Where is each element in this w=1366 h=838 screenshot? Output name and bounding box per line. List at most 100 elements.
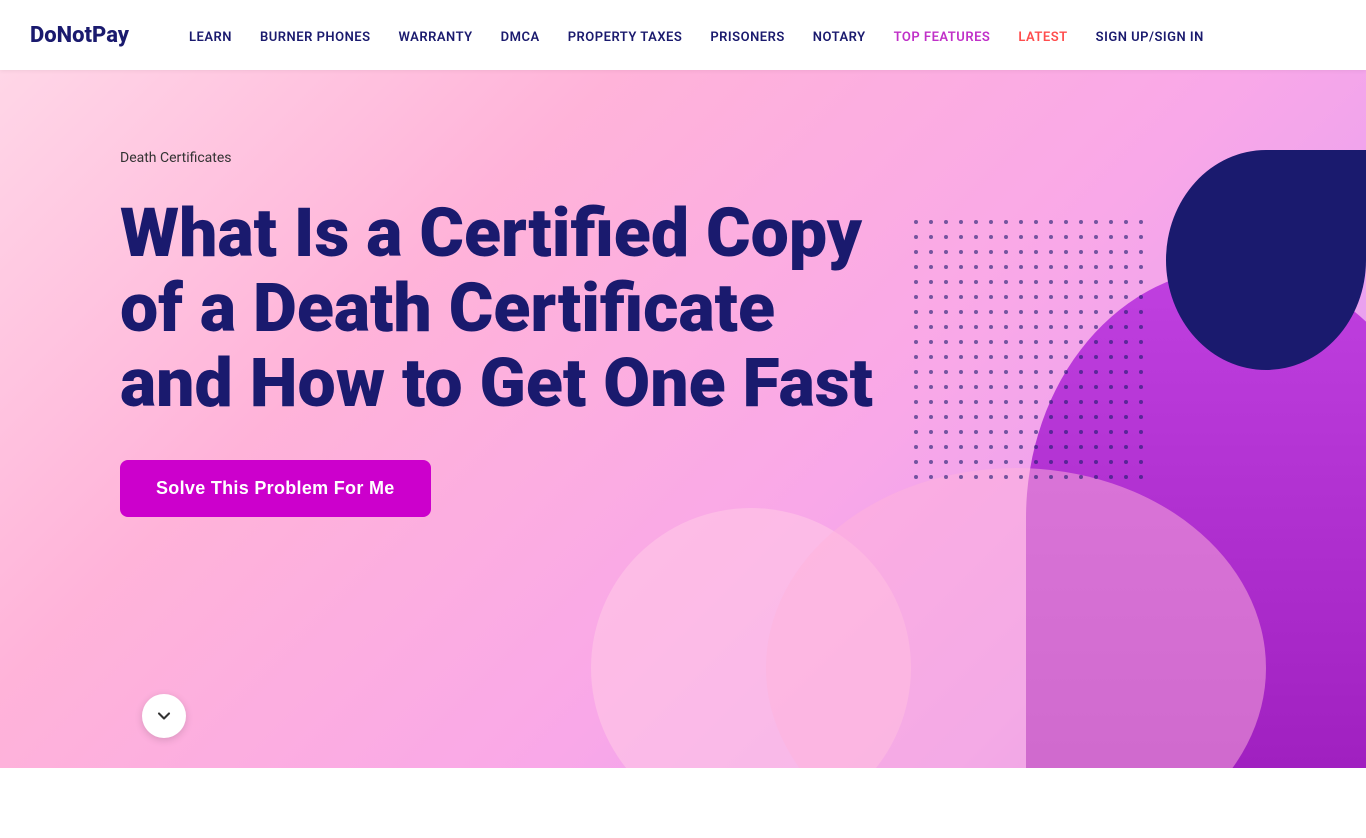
dot	[1139, 355, 1143, 359]
dot	[974, 325, 978, 329]
dot	[1124, 430, 1128, 434]
dot	[1094, 280, 1098, 284]
hero-title-line2: of a Death Certificate	[120, 268, 775, 348]
hero-title-line3: and How to Get One Fast	[120, 343, 873, 423]
dot	[1019, 370, 1023, 374]
dot	[1094, 445, 1098, 449]
dot	[1139, 220, 1143, 224]
dot	[1094, 235, 1098, 239]
dot	[1004, 400, 1008, 404]
dot	[1109, 340, 1113, 344]
dot	[944, 460, 948, 464]
dot	[929, 415, 933, 419]
dot	[914, 445, 918, 449]
dot	[1139, 310, 1143, 314]
dot	[914, 355, 918, 359]
nav-learn[interactable]: LEARN	[189, 30, 232, 45]
dot	[1124, 220, 1128, 224]
nav-dmca[interactable]: DMCA	[501, 30, 540, 45]
dot	[1094, 355, 1098, 359]
dot	[1049, 265, 1053, 269]
nav-top-features[interactable]: TOP FEATURES	[894, 30, 991, 45]
dot	[989, 295, 993, 299]
dot	[1079, 250, 1083, 254]
dot	[929, 280, 933, 284]
dot	[959, 295, 963, 299]
dot	[914, 460, 918, 464]
dot	[959, 385, 963, 389]
dot	[1079, 355, 1083, 359]
dot	[1034, 355, 1038, 359]
dot	[959, 265, 963, 269]
dot	[989, 415, 993, 419]
dot	[974, 235, 978, 239]
dot	[944, 280, 948, 284]
dot	[1049, 475, 1053, 479]
dot	[1004, 430, 1008, 434]
dot	[914, 385, 918, 389]
dot	[1064, 475, 1068, 479]
site-logo[interactable]: DoNotPay	[30, 23, 129, 48]
dot	[989, 475, 993, 479]
dot	[1124, 280, 1128, 284]
dot	[1139, 325, 1143, 329]
dot	[974, 310, 978, 314]
nav-prisoners[interactable]: PRISONERS	[710, 30, 784, 45]
dot	[974, 355, 978, 359]
dot	[989, 235, 993, 239]
dot	[1079, 280, 1083, 284]
scroll-down-button[interactable]	[142, 694, 186, 738]
dot	[1109, 310, 1113, 314]
dot	[1139, 475, 1143, 479]
dot	[1049, 415, 1053, 419]
dot	[929, 460, 933, 464]
dot	[1004, 340, 1008, 344]
dot	[944, 235, 948, 239]
dot	[1019, 460, 1023, 464]
dot	[1004, 355, 1008, 359]
dot	[1109, 385, 1113, 389]
dot	[974, 475, 978, 479]
dot	[974, 430, 978, 434]
dot	[989, 280, 993, 284]
dot	[1109, 430, 1113, 434]
dot	[1124, 475, 1128, 479]
cta-solve-button[interactable]: Solve This Problem For Me	[120, 460, 431, 517]
dot	[989, 430, 993, 434]
dot	[1124, 400, 1128, 404]
nav-warranty[interactable]: WARRANTY	[399, 30, 473, 45]
dot	[929, 310, 933, 314]
blob-dark-blue	[1166, 150, 1366, 370]
hero-title: What Is a Certified Copy of a Death Cert…	[120, 196, 873, 420]
dot	[959, 220, 963, 224]
dot	[1034, 325, 1038, 329]
dot	[1034, 265, 1038, 269]
breadcrumb: Death Certificates	[120, 150, 873, 166]
hero-content: Death Certificates What Is a Certified C…	[120, 150, 873, 517]
dot	[1019, 430, 1023, 434]
dot	[1019, 400, 1023, 404]
nav-sign-up[interactable]: SIGN UP/SIGN IN	[1096, 30, 1204, 45]
dot	[959, 445, 963, 449]
dot	[1094, 265, 1098, 269]
dot	[1019, 475, 1023, 479]
dot	[1079, 445, 1083, 449]
dot	[929, 220, 933, 224]
nav-burner-phones[interactable]: BURNER PHONES	[260, 30, 371, 45]
dot	[1049, 280, 1053, 284]
dot	[989, 400, 993, 404]
dot	[1049, 355, 1053, 359]
nav-notary[interactable]: NOTARY	[813, 30, 866, 45]
dot	[1139, 445, 1143, 449]
dot	[944, 400, 948, 404]
dot	[914, 220, 918, 224]
nav-latest[interactable]: LATEST	[1018, 30, 1067, 45]
dot	[1139, 235, 1143, 239]
bottom-strip	[0, 768, 1366, 838]
dot	[974, 280, 978, 284]
dot	[974, 400, 978, 404]
nav-property-taxes[interactable]: PROPERTY TAXES	[568, 30, 683, 45]
dot	[959, 250, 963, 254]
dot	[944, 220, 948, 224]
dot	[944, 430, 948, 434]
